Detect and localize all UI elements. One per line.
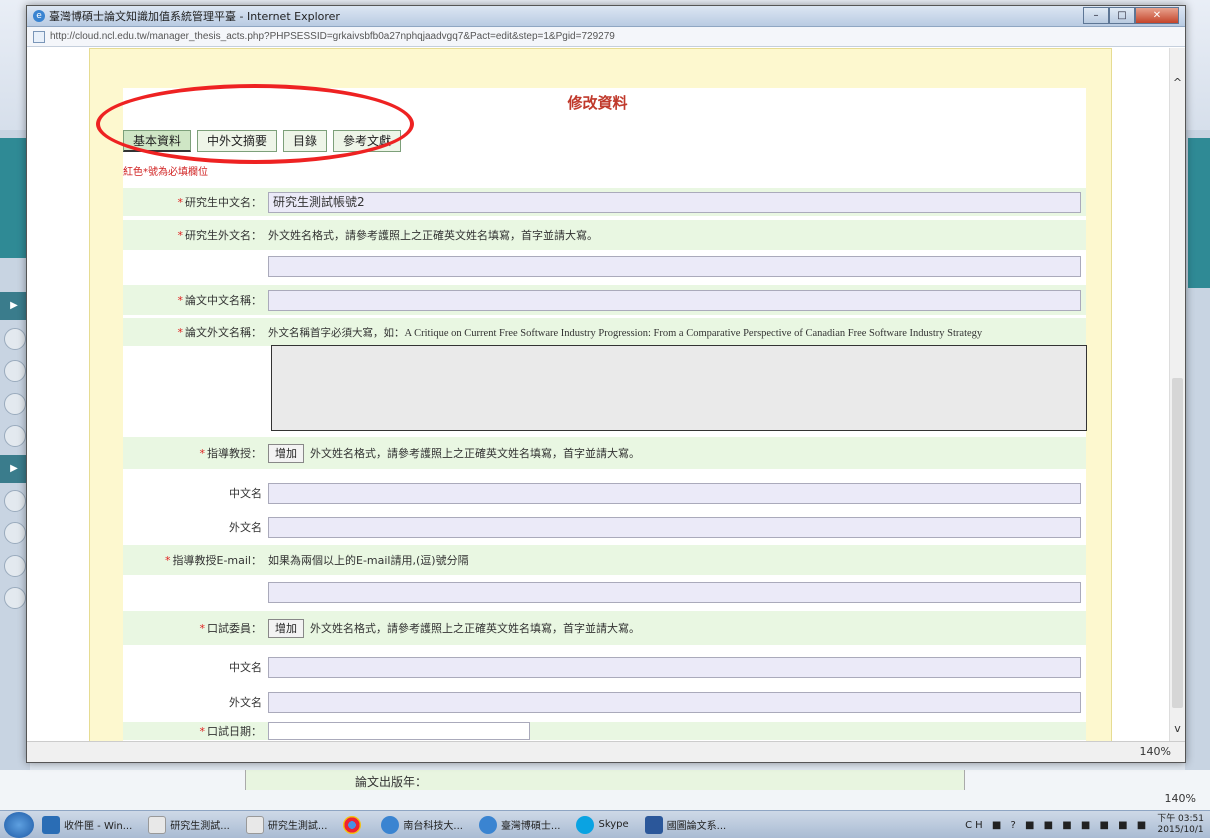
- advisor-email-row: * 指導教授E-mail： 如果為兩個以上的E-mail請用,(逗)號分隔: [123, 545, 1086, 575]
- committee-en-field[interactable]: [268, 691, 1081, 713]
- thesis-en-hint: 外文名稱首字必須大寫，如：A Critique on Current Free …: [268, 327, 983, 339]
- taskbar-item-word[interactable]: 國圖論文系...: [641, 813, 731, 837]
- ie-logo-icon: e: [33, 10, 45, 22]
- document-icon: [148, 815, 167, 834]
- circle-control-icon[interactable]: [4, 522, 26, 544]
- scroll-up-icon[interactable]: ^: [1170, 76, 1185, 92]
- required-hint: 紅色*號為必填欄位: [123, 167, 208, 178]
- thesis-cn-field[interactable]: [268, 289, 1081, 311]
- window-title: 臺灣博碩士論文知識加值系統管理平臺 - Internet Explorer: [49, 10, 340, 23]
- circle-control-icon[interactable]: [4, 587, 26, 609]
- advisor-cn-field[interactable]: [268, 482, 1081, 504]
- close-button[interactable]: ✕: [1135, 7, 1179, 24]
- outlook-icon: [42, 815, 60, 834]
- scroll-down-icon[interactable]: v: [1170, 722, 1185, 738]
- tray-icons[interactable]: CH ■ ? ■ ■ ■ ■ ■ ■ ■: [965, 820, 1149, 831]
- scrollbar-thumb[interactable]: [1172, 378, 1183, 708]
- committee-row: * 口試委員： 增加 外文姓名格式，請參考護照上之正確英文姓名填寫，首字並請大寫。: [123, 611, 1086, 645]
- exam-date-field[interactable]: [268, 722, 530, 740]
- committee-en-label: 外文名: [229, 696, 262, 709]
- student-en-input-row: [123, 254, 1086, 278]
- taskbar-item-doc1[interactable]: 研究生測試...: [144, 813, 234, 837]
- expand-arrow-icon[interactable]: ▶: [0, 455, 28, 483]
- expand-arrow-icon[interactable]: ▶: [0, 292, 28, 320]
- zoom-level[interactable]: 140%: [1140, 745, 1171, 758]
- taskbar-item-ie1[interactable]: 南台科技大...: [377, 813, 467, 837]
- committee-cn-field[interactable]: [268, 656, 1081, 678]
- advisor-en-row: 外文名: [123, 514, 1086, 540]
- highlight-circle-annotation: [96, 84, 414, 164]
- student-cn-label: * 研究生中文名：: [177, 196, 263, 209]
- circle-control-icon[interactable]: [4, 360, 26, 382]
- add-committee-button[interactable]: 增加: [268, 618, 304, 638]
- advisor-row: * 指導教授： 增加 外文姓名格式，請參考護照上之正確英文姓名填寫，首字並請大寫。: [123, 437, 1086, 469]
- advisor-email-input-row: [123, 580, 1086, 604]
- advisor-email-field[interactable]: [268, 581, 1081, 603]
- add-advisor-button[interactable]: 增加: [268, 443, 304, 463]
- skype-icon: [576, 815, 595, 834]
- student-en-row: * 研究生外文名： 外文姓名格式，請參考護照上之正確英文姓名填寫，首字並請大寫。: [123, 220, 1086, 250]
- background-right-panel: [1188, 138, 1210, 288]
- chrome-icon: [343, 815, 362, 834]
- start-button[interactable]: [4, 811, 34, 838]
- advisor-email-hint: 如果為兩個以上的E-mail請用,(逗)號分隔: [268, 554, 469, 567]
- committee-cn-row: 中文名: [123, 654, 1086, 680]
- background-zoom-level[interactable]: 140%: [1165, 792, 1196, 805]
- circle-control-icon[interactable]: [4, 393, 26, 415]
- taskbar: 收件匣 - Win... 研究生測試... 研究生測試... 南台科技大... …: [0, 810, 1210, 838]
- advisor-cn-label: 中文名: [229, 487, 262, 500]
- advisor-email-label: * 指導教授E-mail：: [165, 554, 262, 567]
- taskbar-item-doc2[interactable]: 研究生測試...: [242, 813, 332, 837]
- page-icon: [33, 30, 45, 43]
- committee-hint: 外文姓名格式，請參考護照上之正確英文姓名填寫，首字並請大寫。: [310, 622, 640, 635]
- thesis-en-label: * 論文外文名稱：: [177, 326, 263, 339]
- maximize-button[interactable]: □: [1109, 7, 1135, 24]
- circle-control-icon[interactable]: [4, 328, 26, 350]
- word-icon: [644, 815, 663, 834]
- taskbar-item-ie2[interactable]: 臺灣博碩士...: [475, 813, 565, 837]
- advisor-en-field[interactable]: [268, 516, 1081, 538]
- taskbar-item-chrome[interactable]: [339, 813, 369, 837]
- advisor-label: * 指導教授：: [199, 447, 263, 460]
- circle-control-icon[interactable]: [4, 490, 26, 512]
- student-cn-field[interactable]: 研究生測試帳號2: [268, 191, 1081, 213]
- advisor-hint: 外文姓名格式，請參考護照上之正確英文姓名填寫，首字並請大寫。: [310, 447, 640, 460]
- student-en-field[interactable]: [268, 255, 1081, 277]
- system-tray: CH ■ ? ■ ■ ■ ■ ■ ■ ■ 下午 03:51 2015/10/1: [965, 811, 1210, 838]
- taskbar-item-outlook[interactable]: 收件匣 - Win...: [38, 813, 136, 837]
- publication-year-label: 論文出版年：: [355, 775, 428, 789]
- advisor-en-label: 外文名: [229, 521, 262, 534]
- ie-icon: [478, 815, 497, 834]
- background-form-row: [245, 770, 965, 790]
- committee-cn-label: 中文名: [229, 661, 262, 674]
- url-text[interactable]: http://cloud.ncl.edu.tw/manager_thesis_a…: [50, 31, 615, 42]
- thesis-cn-label: * 論文中文名稱：: [177, 294, 263, 307]
- clock[interactable]: 下午 03:51 2015/10/1: [1157, 814, 1204, 836]
- status-bar: 140%: [27, 741, 1185, 762]
- committee-en-row: 外文名: [123, 689, 1086, 715]
- document-icon: [245, 815, 264, 834]
- student-cn-row: * 研究生中文名： 研究生測試帳號2: [123, 188, 1086, 216]
- thesis-en-textarea[interactable]: [271, 345, 1087, 431]
- student-en-label: * 研究生外文名：: [177, 229, 263, 242]
- taskbar-item-skype[interactable]: Skype: [572, 813, 632, 837]
- ie-icon: [381, 815, 400, 834]
- committee-label: * 口試委員：: [199, 622, 263, 635]
- minimize-button[interactable]: –: [1083, 7, 1109, 24]
- advisor-cn-row: 中文名: [123, 480, 1086, 506]
- address-bar[interactable]: http://cloud.ncl.edu.tw/manager_thesis_a…: [27, 27, 1185, 47]
- exam-date-row: * 口試日期：: [123, 722, 1086, 740]
- thesis-cn-row: * 論文中文名稱：: [123, 285, 1086, 315]
- circle-control-icon[interactable]: [4, 555, 26, 577]
- circle-control-icon[interactable]: [4, 425, 26, 447]
- exam-date-label: * 口試日期：: [199, 725, 263, 738]
- vertical-scrollbar[interactable]: ^ v: [1169, 48, 1185, 742]
- thesis-en-row: * 論文外文名稱： 外文名稱首字必須大寫，如：A Critique on Curr…: [123, 318, 1086, 346]
- title-bar[interactable]: e 臺灣博碩士論文知識加值系統管理平臺 - Internet Explorer …: [27, 6, 1185, 27]
- student-en-hint: 外文姓名格式，請參考護照上之正確英文姓名填寫，首字並請大寫。: [268, 229, 598, 242]
